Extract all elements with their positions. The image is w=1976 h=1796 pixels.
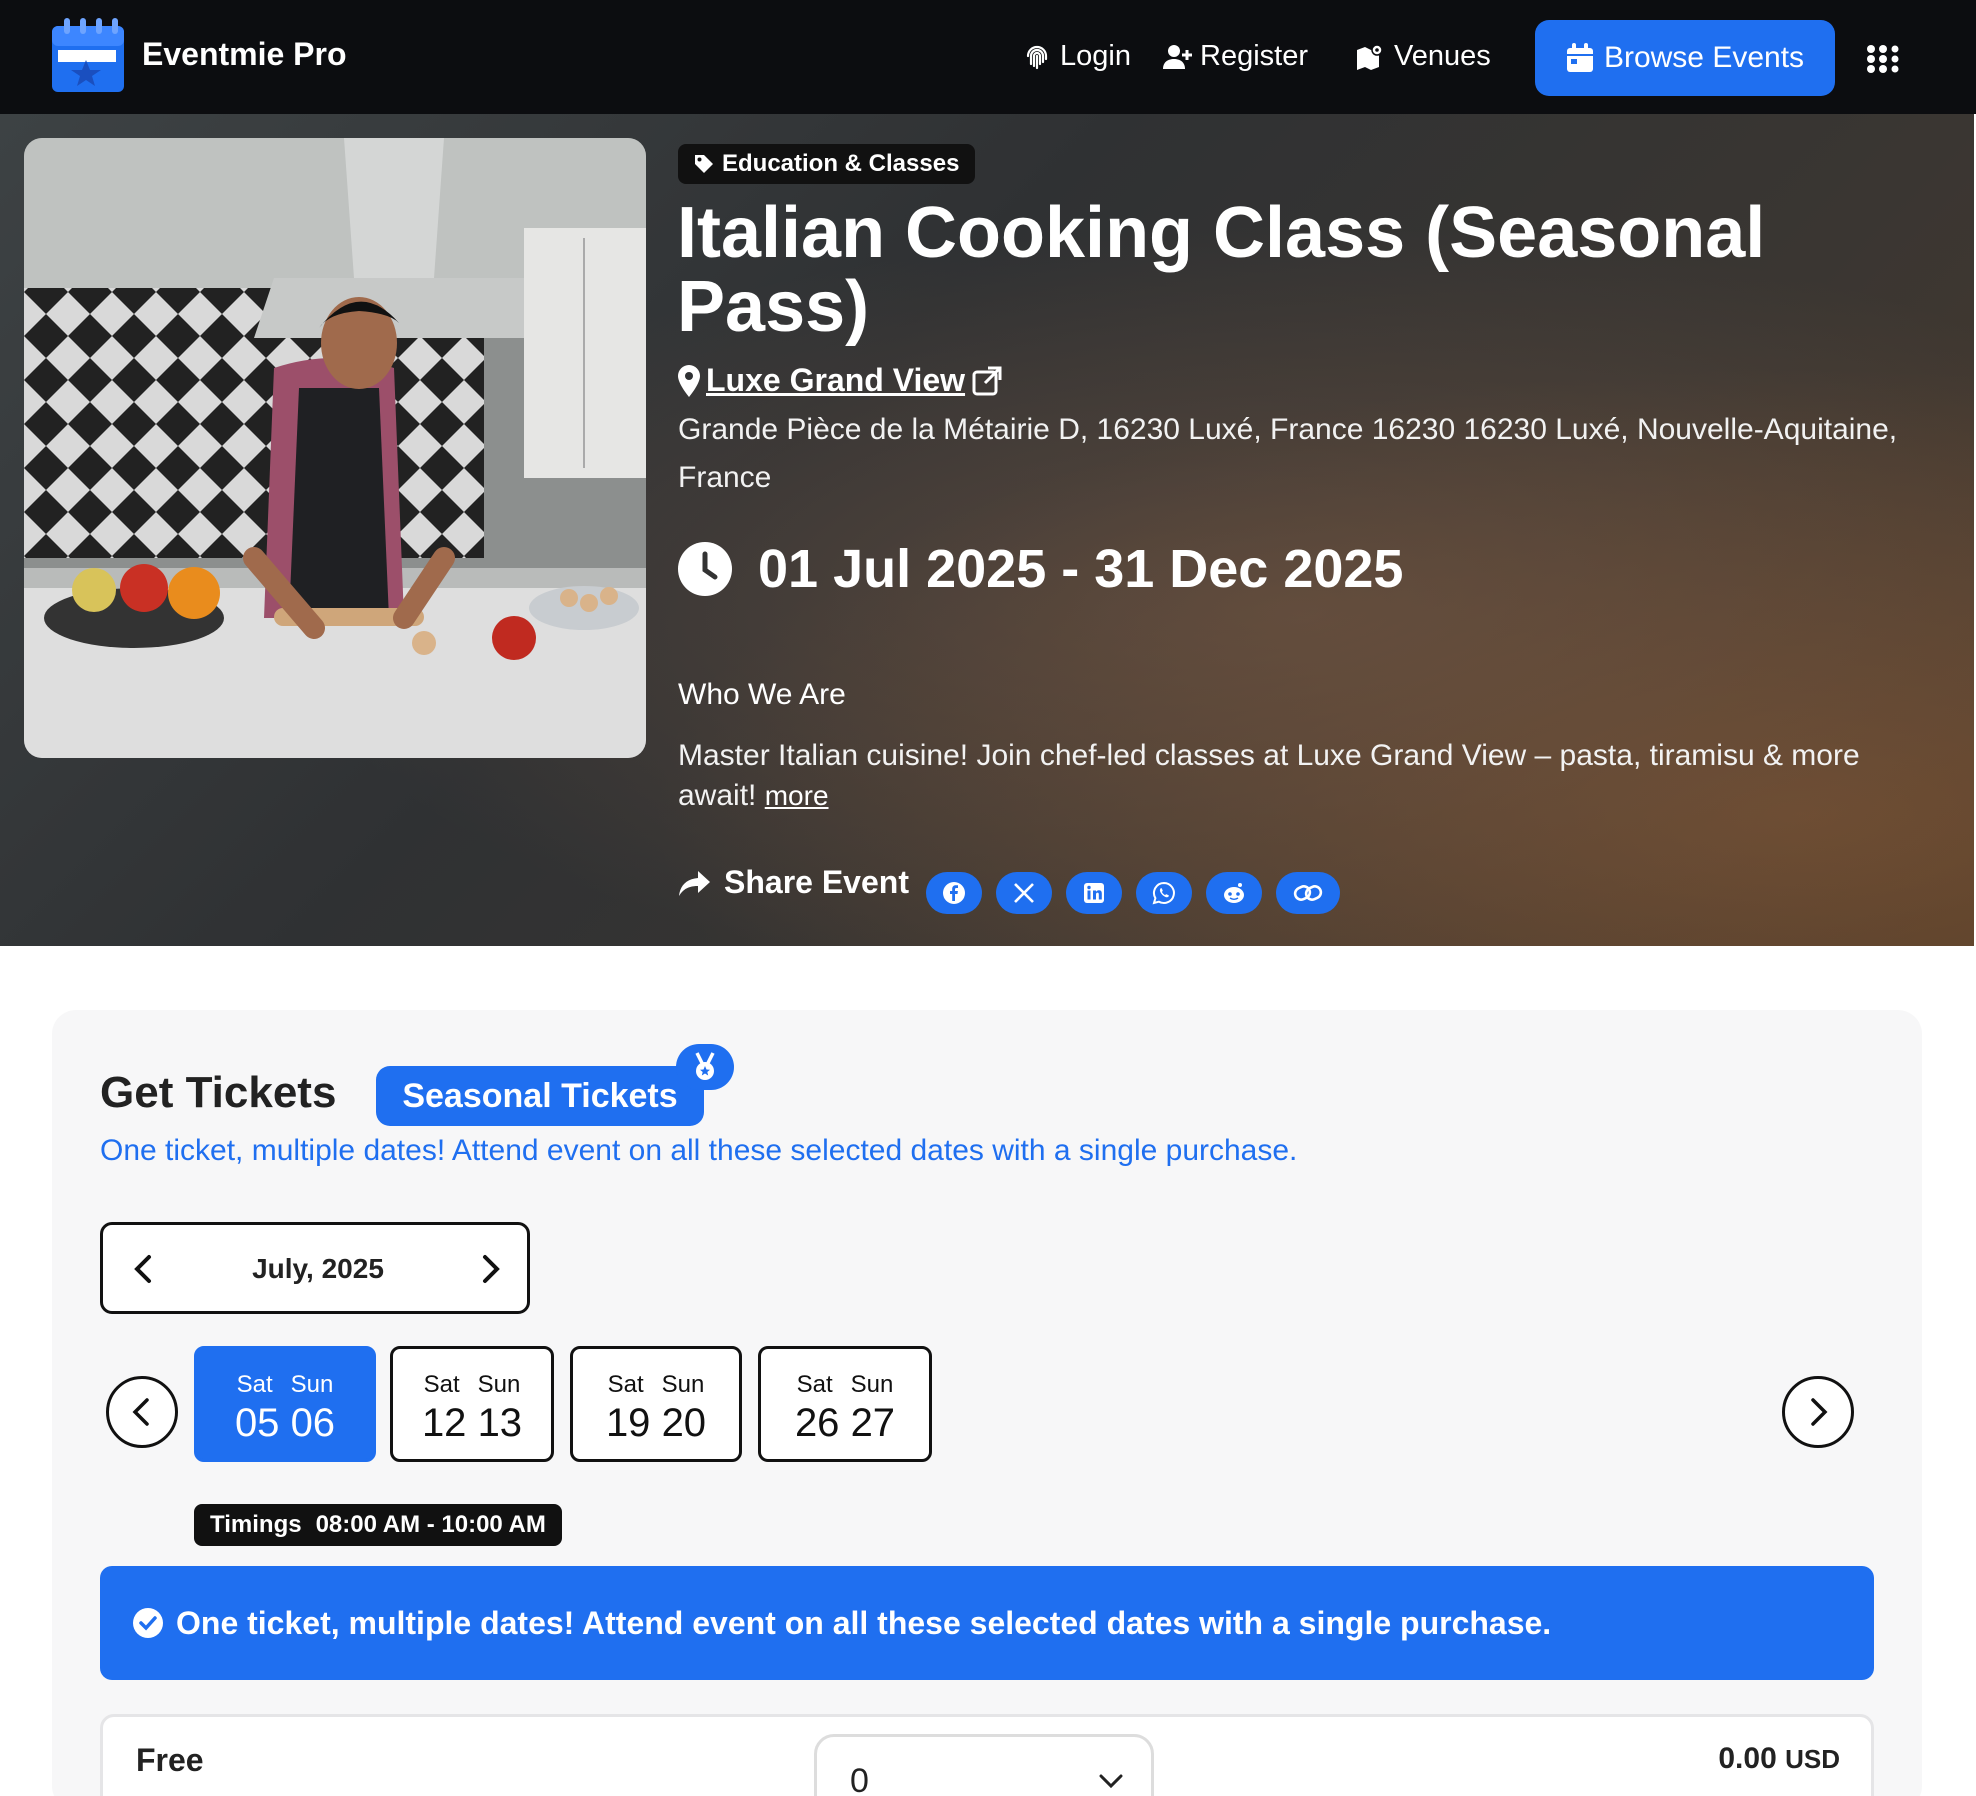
next-month-chevron-icon[interactable] xyxy=(477,1253,503,1285)
event-title: Italian Cooking Class (Seasonal Pass) xyxy=(677,193,1766,347)
category-label: Education & Classes xyxy=(722,150,960,177)
brand-name[interactable]: Eventmie Pro xyxy=(142,36,347,73)
seasonal-tickets-badge: Seasonal Tickets xyxy=(376,1066,704,1126)
month-selector: July, 2025 xyxy=(100,1222,530,1314)
date-num-1: 19 xyxy=(605,1401,651,1445)
date-day-1: Sat xyxy=(607,1371,644,1398)
date-num-2: 27 xyxy=(850,1401,896,1445)
browse-events-label: Browse Events xyxy=(1603,41,1805,74)
date-day-1: Sat xyxy=(423,1371,460,1398)
banner-text: One ticket, multiple dates! Attend event… xyxy=(176,1604,1552,1641)
quantity-value: 0 xyxy=(850,1762,869,1796)
date-num-2: 13 xyxy=(477,1401,523,1445)
facebook-share-icon[interactable] xyxy=(926,872,982,914)
user-plus-icon xyxy=(1163,44,1192,69)
calendar-icon xyxy=(1566,43,1593,72)
date-option-week-1[interactable]: Sat Sun 05 06 xyxy=(194,1346,376,1462)
linkedin-share-icon[interactable] xyxy=(1066,872,1122,914)
clock-icon xyxy=(678,542,732,596)
map-icon xyxy=(1357,43,1383,70)
date-num-1: 05 xyxy=(234,1401,280,1445)
date-day-2: Sun xyxy=(290,1371,334,1398)
date-option-week-4[interactable]: Sat Sun 26 27 xyxy=(758,1346,932,1462)
share-event: Share Event xyxy=(678,864,909,901)
browse-events-button[interactable]: Browse Events xyxy=(1535,20,1835,96)
get-tickets-title: Get Tickets xyxy=(100,1068,337,1117)
about-text: Master Italian cuisine! Join chef-led cl… xyxy=(678,736,1918,816)
tickets-subtitle: One ticket, multiple dates! Attend event… xyxy=(100,1134,1298,1167)
external-link-icon xyxy=(972,366,1002,395)
date-day-2: Sun xyxy=(477,1371,521,1398)
about-text-body: Master Italian cuisine! Join chef-led cl… xyxy=(678,739,1860,812)
nav-register[interactable]: Register xyxy=(1162,40,1308,73)
map-pin-icon xyxy=(678,364,700,397)
tag-icon xyxy=(695,155,713,173)
reddit-share-icon[interactable] xyxy=(1206,872,1262,914)
date-option-week-2[interactable]: Sat Sun 12 13 xyxy=(390,1346,554,1462)
more-link[interactable]: more xyxy=(765,780,829,811)
share-buttons xyxy=(926,872,1340,914)
nav-register-label: Register xyxy=(1200,40,1308,72)
ticket-name: Free xyxy=(136,1742,204,1778)
share-arrow-icon xyxy=(679,870,710,896)
fingerprint-icon xyxy=(1026,45,1048,69)
next-dates-arrow-icon[interactable] xyxy=(1782,1376,1854,1448)
timings-label: Timings xyxy=(210,1511,302,1538)
date-num-1: 12 xyxy=(421,1401,467,1445)
nav-venues[interactable]: Venues xyxy=(1356,40,1491,73)
date-num-2: 20 xyxy=(661,1401,707,1445)
date-day-1: Sat xyxy=(236,1371,273,1398)
date-num-2: 06 xyxy=(290,1401,336,1445)
medal-icon xyxy=(676,1044,734,1090)
seasonal-info-banner: One ticket, multiple dates! Attend event… xyxy=(100,1566,1874,1680)
x-share-icon[interactable] xyxy=(996,872,1052,914)
nav-login[interactable]: Login xyxy=(1022,40,1131,73)
ticket-price: 0.00 USD xyxy=(1600,1742,1840,1776)
event-dates-text: 01 Jul 2025 - 31 Dec 2025 xyxy=(758,539,1404,599)
date-day-2: Sun xyxy=(850,1371,894,1398)
price-currency: USD xyxy=(1785,1744,1840,1774)
venue-name: Luxe Grand View xyxy=(706,362,966,398)
apps-grid-icon[interactable] xyxy=(1866,44,1900,74)
timings-value: 08:00 AM - 10:00 AM xyxy=(315,1511,546,1538)
share-label: Share Event xyxy=(724,864,909,900)
date-option-week-3[interactable]: Sat Sun 19 20 xyxy=(570,1346,742,1462)
month-label: July, 2025 xyxy=(252,1253,384,1284)
date-day-2: Sun xyxy=(661,1371,705,1398)
nav-venues-label: Venues xyxy=(1394,40,1491,72)
top-navbar: Eventmie Pro Login Register Venues Brows… xyxy=(0,0,1976,114)
venue-link[interactable]: Luxe Grand View xyxy=(678,362,1003,399)
date-num-1: 26 xyxy=(794,1401,840,1445)
chevron-down-icon[interactable] xyxy=(1098,1772,1124,1795)
nav-login-label: Login xyxy=(1060,40,1131,72)
whatsapp-share-icon[interactable] xyxy=(1136,872,1192,914)
event-cover-image xyxy=(24,138,646,758)
date-day-1: Sat xyxy=(796,1371,833,1398)
check-circle-icon xyxy=(133,1608,163,1638)
venue-address: Grande Pièce de la Métairie D, 16230 Lux… xyxy=(678,413,1898,494)
about-heading: Who We Are xyxy=(678,678,846,711)
prev-dates-arrow-icon[interactable] xyxy=(106,1376,178,1448)
event-dates: 01 Jul 2025 - 31 Dec 2025 xyxy=(678,538,1403,600)
price-amount: 0.00 xyxy=(1718,1742,1777,1775)
category-badge[interactable]: Education & Classes xyxy=(678,144,976,184)
brand-logo-icon[interactable] xyxy=(50,16,126,96)
event-hero: Education & Classes Italian Cooking Clas… xyxy=(0,114,1974,946)
copy-link-icon[interactable] xyxy=(1276,872,1340,914)
timings-badge: Timings 08:00 AM - 10:00 AM xyxy=(194,1504,562,1546)
